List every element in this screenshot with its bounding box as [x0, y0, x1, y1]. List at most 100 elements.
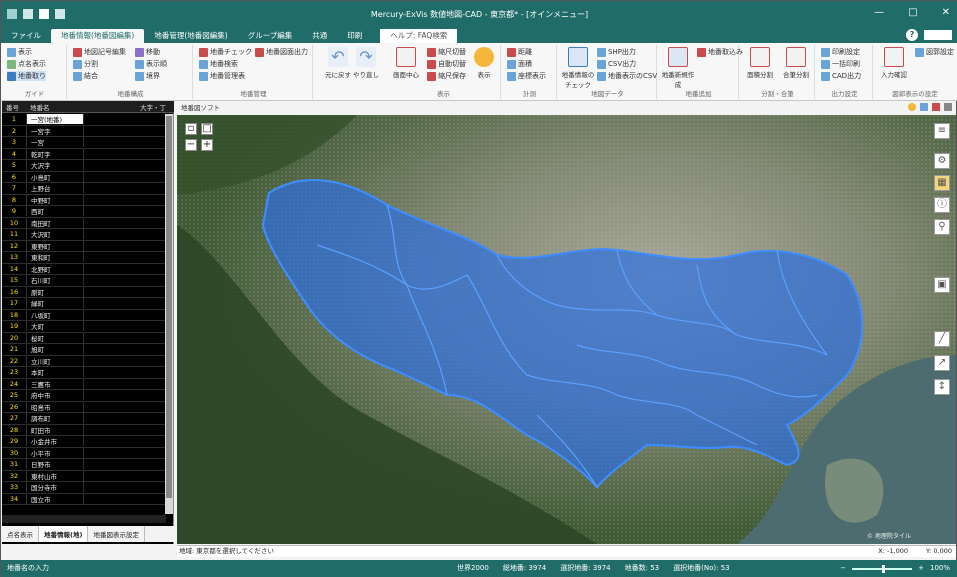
zoom-control[interactable]: − + 100% — [840, 560, 950, 577]
boundary-button[interactable]: 境界 — [135, 71, 160, 81]
zoom-slider[interactable] — [852, 564, 913, 573]
parcel-pick-button[interactable]: 地番取り — [7, 71, 46, 81]
list-item[interactable]: 14 北野町 — [2, 263, 166, 275]
order-button[interactable]: 表示順 — [135, 59, 167, 69]
list-item[interactable]: 6 小島町 — [2, 171, 166, 183]
point-name-button[interactable]: 点名表示 — [7, 59, 46, 69]
list-item[interactable]: 32 東村山市 — [2, 470, 166, 482]
list-item[interactable]: 19 大町 — [2, 321, 166, 333]
tab-display-settings[interactable]: 地番図表示設定 — [88, 526, 145, 542]
pin-icon[interactable] — [908, 103, 916, 111]
menu-icon[interactable]: ≡ — [934, 123, 950, 139]
cad-output-button[interactable]: CAD出力 — [821, 71, 861, 81]
shp-output-button[interactable]: SHP出力 — [597, 47, 636, 57]
list-item[interactable]: 33 国分寺市 — [2, 482, 166, 494]
list-item[interactable]: 9 西町 — [2, 206, 166, 218]
auto-toggle-button[interactable]: 自動切替 — [427, 59, 466, 69]
list-item[interactable]: 23 本町 — [2, 367, 166, 379]
draw-line-icon[interactable]: ╱ — [934, 331, 950, 347]
csv-output-button[interactable]: CSV出力 — [597, 59, 636, 69]
settings-icon[interactable]: ⚙ — [934, 153, 950, 169]
grid-icon[interactable]: ▦ — [934, 175, 950, 191]
list-item[interactable]: 25 府中市 — [2, 390, 166, 402]
list-item[interactable]: 20 桜町 — [2, 332, 166, 344]
list-item[interactable]: 3 一宮 — [2, 137, 166, 149]
zoom-out-icon[interactable]: − — [840, 560, 846, 577]
list-item[interactable]: 12 東野町 — [2, 240, 166, 252]
tab-group-edit[interactable]: グループ編集 — [238, 29, 303, 43]
split-button[interactable]: 分割 — [73, 59, 98, 69]
account-box[interactable] — [924, 30, 952, 40]
list-item[interactable]: 4 乾町字 — [2, 148, 166, 160]
link-icon[interactable]: ⚲ — [934, 219, 950, 235]
list-item[interactable]: 18 八坂町 — [2, 309, 166, 321]
input-confirm-button[interactable]: 入力確認 — [875, 47, 913, 79]
scale-toggle-button[interactable]: 縮尺切替 — [427, 47, 466, 57]
distance-button[interactable]: 距離 — [507, 47, 532, 57]
fullscreen-button[interactable]: ▫ — [185, 123, 197, 135]
panel-close-icon[interactable] — [944, 103, 952, 111]
tab-parcel-management[interactable]: 地番管理(地番図編集) — [144, 29, 237, 43]
height-icon[interactable]: ↕ — [934, 379, 950, 395]
list-item[interactable]: 15 石川町 — [2, 275, 166, 287]
redo-button[interactable]: ↷ やり直し — [347, 47, 385, 79]
list-item[interactable]: 28 町田市 — [2, 424, 166, 436]
faq-search-input[interactable]: ヘルプ: FAQ検索 — [380, 29, 458, 43]
list-item[interactable]: 13 東和町 — [2, 252, 166, 264]
tab-point-names[interactable]: 点名表示 — [2, 526, 39, 542]
batch-print-button[interactable]: 一括印刷 — [821, 59, 860, 69]
import-parcel-button[interactable]: 地番取込み — [697, 47, 743, 57]
list-item[interactable]: 31 日野市 — [2, 459, 166, 471]
parcel-check-button[interactable]: 地番チェック — [199, 47, 252, 57]
parcel-table-button[interactable]: 地番管理表 — [199, 71, 245, 81]
list-item[interactable]: 1 一宮(地番) — [2, 114, 166, 126]
arrow-icon[interactable]: ↗ — [934, 355, 950, 371]
col-number[interactable]: 番号 — [2, 102, 26, 112]
list-item[interactable]: 22 立川町 — [2, 355, 166, 367]
parcel-check-big-button[interactable]: 地番情報のチェック — [559, 47, 597, 89]
maximize-button[interactable]: □ — [908, 7, 917, 18]
vertical-scrollbar[interactable] — [165, 114, 173, 514]
area-split-button[interactable]: 面積分割 — [741, 47, 779, 79]
move-button[interactable]: 移動 — [135, 47, 160, 57]
tab-parcel-info[interactable]: 地番情報(地番図編集) — [51, 29, 145, 43]
list-item[interactable]: 30 小平市 — [2, 447, 166, 459]
col-name[interactable]: 地番名 — [26, 102, 84, 112]
scroll-thumb[interactable] — [166, 116, 172, 498]
layers-icon[interactable] — [920, 103, 928, 111]
help-icon[interactable]: ? — [906, 29, 918, 41]
list-item[interactable]: 34 国立市 — [2, 493, 166, 505]
new-parcel-button[interactable]: 地番新規作成 — [659, 47, 697, 89]
show-button[interactable]: 表示 — [465, 47, 503, 79]
merge-split-button[interactable]: 合筆分割 — [777, 47, 815, 79]
coord-display-button[interactable]: 座標表示 — [507, 71, 546, 81]
close-button[interactable]: ✕ — [942, 7, 950, 18]
zoom-out-button[interactable]: − — [185, 139, 197, 151]
list-item[interactable]: 2 一宮字 — [2, 125, 166, 137]
parcel-csv-button[interactable]: 地番表示のCSV — [597, 71, 657, 81]
list-item[interactable]: 17 緑町 — [2, 298, 166, 310]
list-item[interactable]: 8 中野町 — [2, 194, 166, 206]
tab-file[interactable]: ファイル — [1, 29, 51, 43]
list-item[interactable]: 21 旭町 — [2, 344, 166, 356]
merge-button[interactable]: 結合 — [73, 71, 98, 81]
info-icon[interactable]: ⓘ — [934, 197, 950, 213]
list-item[interactable]: 16 原町 — [2, 286, 166, 298]
scale-save-button[interactable]: 縮尺保存 — [427, 71, 466, 81]
list-item[interactable]: 7 上野台 — [2, 183, 166, 195]
frame-view-button[interactable]: □ — [201, 123, 213, 135]
minimize-button[interactable]: — — [874, 7, 884, 18]
area-button[interactable]: 面積 — [507, 59, 532, 69]
list-item[interactable]: 29 小金井市 — [2, 436, 166, 448]
list-item[interactable]: 5 大沢字 — [2, 160, 166, 172]
col-district[interactable]: 大字・丁 — [84, 102, 174, 112]
list-item[interactable]: 10 南田町 — [2, 217, 166, 229]
display-button[interactable]: 表示 — [7, 47, 32, 57]
frame-setting-button[interactable]: 図郭設定 — [915, 47, 954, 57]
tab-print[interactable]: 印刷 — [337, 29, 372, 43]
list-item[interactable]: 11 大沢町 — [2, 229, 166, 241]
list-item[interactable]: 26 昭島市 — [2, 401, 166, 413]
home-icon[interactable] — [932, 103, 940, 111]
parcel-search-button[interactable]: 地番検索 — [199, 59, 238, 69]
tab-parcel-info-panel[interactable]: 地番情報(地) — [39, 526, 89, 542]
